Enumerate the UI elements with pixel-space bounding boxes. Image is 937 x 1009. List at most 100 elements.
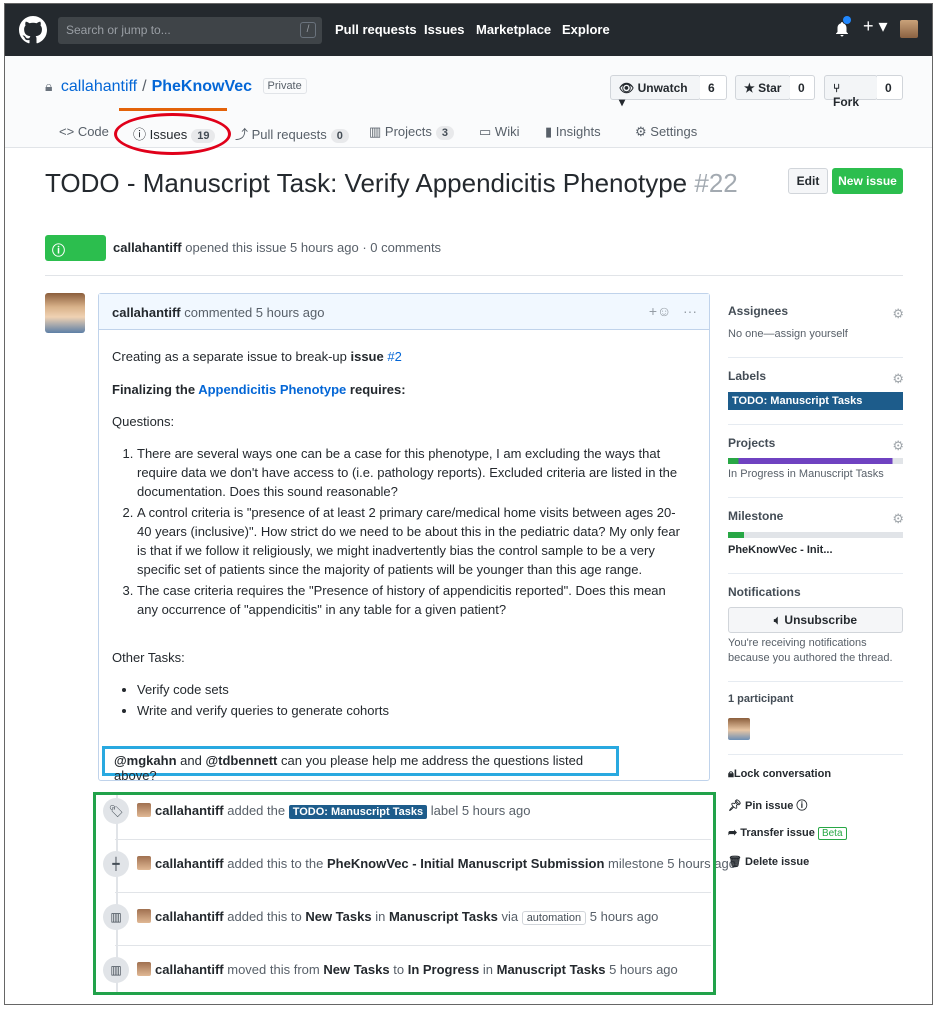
fork-count[interactable]: 0 bbox=[877, 75, 903, 100]
sidebar-label-chip[interactable]: TODO: Manuscript Tasks bbox=[728, 392, 903, 410]
issue-state-label: Open bbox=[52, 259, 86, 274]
fork-label: Fork bbox=[833, 95, 860, 109]
issue-author-link[interactable]: callahantiff bbox=[113, 240, 182, 255]
issue-title-text: TODO - Manuscript Task: Verify Appendici… bbox=[45, 168, 688, 198]
issue-number: #22 bbox=[694, 168, 738, 198]
gear-icon[interactable]: ⚙ bbox=[892, 511, 904, 527]
commenter-avatar[interactable] bbox=[45, 293, 85, 333]
finalizing-line: Finalizing the Appendicitis Phenotype re… bbox=[112, 380, 406, 399]
mention-tdbennett[interactable]: @tdbennett bbox=[205, 753, 277, 768]
sidebar-assignees: Assignees ⚙ No one—assign yourself bbox=[728, 304, 904, 340]
search-input[interactable]: Search or jump to... / bbox=[58, 17, 322, 44]
milestone-heading: Milestone bbox=[728, 509, 784, 523]
tab-wiki[interactable]: ▭ Wiki bbox=[479, 124, 519, 140]
tab-projects[interactable]: ▥ Projects 3 bbox=[369, 124, 455, 140]
repo-separator: / bbox=[142, 78, 147, 95]
transfer-issue-link[interactable]: ➦ Transfer issue Beta bbox=[728, 826, 847, 840]
sidebar-projects: Projects ⚙ bbox=[728, 436, 904, 453]
project-icon: ▥ bbox=[369, 124, 382, 139]
question-item: The case criteria requires the "Presence… bbox=[137, 581, 682, 619]
intro-bold: issue bbox=[350, 349, 384, 364]
notification-reason-2: because you authored the thread. bbox=[728, 652, 893, 664]
notification-indicator bbox=[843, 16, 851, 24]
participant-avatar[interactable] bbox=[728, 718, 750, 740]
pin-label: Pin issue bbox=[745, 800, 794, 812]
tab-insights[interactable]: ▮ Insights bbox=[545, 124, 601, 140]
green-highlight-box bbox=[93, 792, 716, 995]
issue-meta-text: opened this issue 5 hours ago · 0 commen… bbox=[185, 240, 442, 255]
unsubscribe-button[interactable]: 🔈︎ Unsubscribe bbox=[728, 607, 903, 633]
question-item: A control criteria is "presence of at le… bbox=[137, 503, 682, 579]
gear-icon[interactable]: ⚙ bbox=[892, 306, 904, 322]
kebab-horizontal-icon[interactable]: ··· bbox=[683, 303, 697, 319]
tab-insights-label: Insights bbox=[555, 124, 601, 139]
milestone-link[interactable]: PheKnowVec - Init... bbox=[728, 544, 904, 556]
finalizing-post: requires: bbox=[349, 382, 406, 397]
delete-issue-link[interactable]: 🗑︎ Delete issue bbox=[728, 855, 809, 868]
nav-pull-requests[interactable]: Pull requests bbox=[335, 22, 417, 37]
star-count[interactable]: 0 bbox=[790, 75, 815, 100]
nav-explore[interactable]: Explore bbox=[562, 22, 610, 37]
gear-icon[interactable]: ⚙ bbox=[892, 371, 904, 387]
sidebar-divider bbox=[728, 424, 903, 425]
repo-owner-link[interactable]: callahantiff bbox=[61, 78, 137, 95]
nav-issues[interactable]: Issues bbox=[424, 22, 464, 37]
issue-comment: callahantiff commented 5 hours ago +☺ ··… bbox=[98, 293, 710, 783]
user-avatar-menu[interactable] bbox=[900, 20, 918, 38]
issue-2-link[interactable]: #2 bbox=[387, 349, 401, 364]
unsubscribe-label: Unsubscribe bbox=[784, 613, 858, 627]
pin-icon: 📌︎ bbox=[728, 800, 742, 812]
comment-header: callahantiff commented 5 hours ago +☺ ··… bbox=[99, 294, 709, 330]
appendicitis-phenotype-link[interactable]: Appendicitis Phenotype bbox=[198, 382, 346, 397]
project-status-link[interactable]: In Progress in Manuscript Tasks bbox=[728, 468, 904, 480]
unwatch-button[interactable]: 👁︎ Unwatch ▾ bbox=[610, 75, 701, 109]
mention-line-highlight: @mgkahn and @tdbennett can you please he… bbox=[102, 746, 619, 783]
nav-marketplace[interactable]: Marketplace bbox=[476, 22, 551, 37]
add-reaction-icon[interactable]: +☺ bbox=[649, 303, 671, 319]
intro-text: Creating as a separate issue to break-up bbox=[112, 349, 347, 364]
tab-pull-requests-label: Pull requests bbox=[251, 127, 327, 142]
issue-opened-icon: ⓘ bbox=[52, 243, 66, 258]
comment-timestamp[interactable]: commented 5 hours ago bbox=[184, 305, 324, 320]
new-issue-button[interactable]: New issue bbox=[832, 168, 903, 194]
pin-issue-link[interactable]: 📌︎ Pin issue ⓘ bbox=[728, 797, 807, 813]
tab-projects-label: Projects bbox=[384, 124, 432, 139]
tab-projects-count: 3 bbox=[435, 126, 455, 140]
repo-name-link[interactable]: PheKnowVec bbox=[152, 78, 252, 95]
gear-icon: ⚙ bbox=[635, 124, 647, 139]
star-icon: ★ bbox=[744, 81, 755, 95]
gear-icon[interactable]: ⚙ bbox=[892, 438, 904, 454]
fork-button[interactable]: ⑂ Fork bbox=[824, 75, 878, 109]
participants-heading: 1 participant bbox=[728, 693, 794, 705]
comment-author-link[interactable]: callahantiff bbox=[112, 305, 181, 320]
tab-settings[interactable]: ⚙ Settings bbox=[635, 124, 697, 140]
watch-count[interactable]: 6 bbox=[700, 75, 727, 100]
project-progress-bar bbox=[728, 458, 903, 464]
private-badge: Private bbox=[262, 78, 307, 94]
star-button[interactable]: ★ Star bbox=[735, 75, 791, 100]
mention-mgkahn[interactable]: @mgkahn bbox=[114, 753, 177, 768]
tab-code[interactable]: <> Code bbox=[59, 124, 109, 139]
labels-heading: Labels bbox=[728, 369, 767, 383]
sidebar-labels: Labels ⚙ bbox=[728, 369, 904, 386]
book-icon: ▭ bbox=[479, 124, 492, 139]
graph-icon: ▮ bbox=[545, 124, 553, 139]
red-highlight-circle bbox=[114, 113, 231, 155]
lock-conversation-link[interactable]: 🔒︎Lock conversation bbox=[728, 768, 831, 781]
tab-pull-requests[interactable]: ⤴ Pull requests 0 bbox=[235, 124, 349, 143]
assignees-heading: Assignees bbox=[728, 304, 789, 318]
lock-label: Lock conversation bbox=[733, 768, 832, 780]
sidebar-divider bbox=[728, 681, 903, 682]
create-new-menu[interactable]: + ▾ bbox=[863, 16, 888, 37]
task-item: Write and verify queries to generate coh… bbox=[137, 701, 682, 720]
github-logo-icon[interactable] bbox=[19, 16, 47, 44]
notification-reason-1: You're receiving notifications bbox=[728, 637, 867, 649]
comment-actions: +☺ ··· bbox=[649, 303, 697, 319]
edit-button[interactable]: Edit bbox=[788, 168, 828, 194]
sidebar-divider bbox=[728, 573, 903, 574]
tab-pull-requests-count: 0 bbox=[330, 129, 349, 143]
issue-title: TODO - Manuscript Task: Verify Appendici… bbox=[45, 167, 765, 199]
assign-yourself-link[interactable]: No one—assign yourself bbox=[728, 328, 904, 340]
sidebar-notifications: Notifications bbox=[728, 585, 904, 599]
tasks-list: Verify code sets Write and verify querie… bbox=[112, 680, 682, 722]
